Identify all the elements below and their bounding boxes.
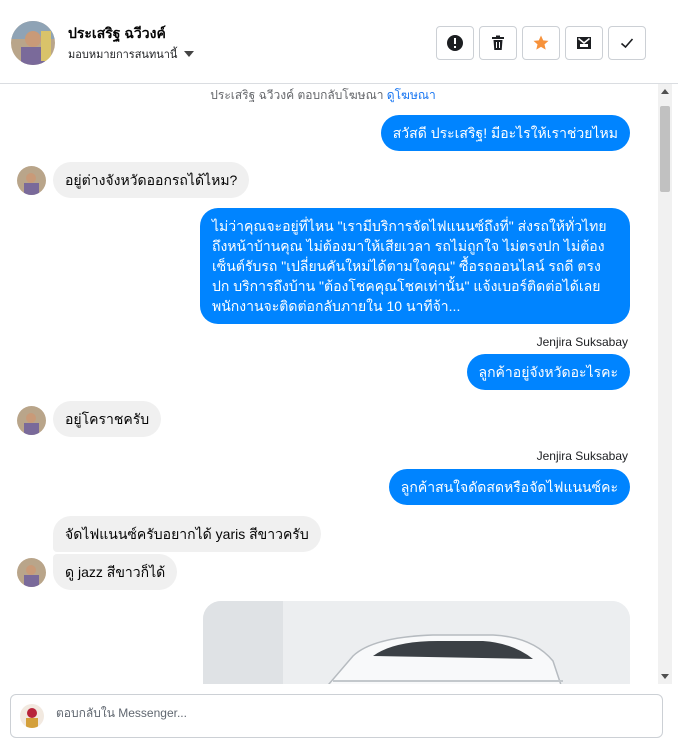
message-outgoing: ไม่ว่าคุณจะอยู่ที่ไหน "เรามีบริการจัดไฟแ…	[200, 208, 630, 324]
conversation-header: ประเสริฐ ฉวีวงค์ มอบหมายการสนทนานี้	[0, 0, 678, 84]
star-button[interactable]	[522, 26, 560, 60]
message-outgoing: ลูกค้าอยู่จังหวัดอะไรคะ	[466, 354, 630, 390]
ad-reply-notice: ประเสริฐ ฉวีวงค์ ตอบกลับโฆษณา ดูโฆษณา	[0, 86, 646, 105]
message-incoming: อยู่ต่างจังหวัดออกรถได้ไหม?	[53, 162, 250, 198]
caret-down-icon	[184, 51, 195, 57]
mark-unread-button[interactable]	[565, 26, 603, 60]
assign-label: มอบหมายการสนทนานี้	[68, 49, 178, 61]
page-avatar	[20, 704, 44, 728]
contact-small-avatar	[17, 166, 46, 195]
message-outgoing: ลูกค้าสนใจดัดสดหรือจัดไฟแนนซ์คะ	[388, 469, 630, 505]
message-incoming: ดู jazz สีขาวก็ได้	[53, 554, 178, 590]
scroll-up-arrow-icon[interactable]	[661, 89, 669, 94]
envelope-icon	[577, 37, 591, 49]
assign-conversation-dropdown[interactable]: มอบหมายการสนทนานี้	[68, 45, 195, 63]
scroll-thumb[interactable]	[660, 106, 670, 192]
conversation-scrollbar[interactable]	[658, 84, 672, 684]
contact-small-avatar	[17, 558, 46, 587]
check-icon	[620, 38, 634, 49]
view-ad-link[interactable]: ดูโฆษณา	[387, 88, 436, 102]
contact-avatar[interactable]	[11, 21, 55, 65]
spam-button[interactable]	[436, 26, 474, 60]
star-icon	[533, 35, 549, 50]
alert-circle-icon	[447, 35, 463, 51]
car-image-attachment[interactable]	[203, 601, 630, 691]
sender-name: Jenjira Suksabay	[536, 449, 628, 463]
contact-small-avatar	[17, 406, 46, 435]
message-outgoing: สวัสดี ประเสริฐ! มีอะไรให้เราช่วยไหม	[380, 115, 630, 151]
trash-icon	[492, 35, 504, 50]
delete-button[interactable]	[479, 26, 517, 60]
sender-name: Jenjira Suksabay	[536, 335, 628, 349]
done-button[interactable]	[608, 26, 646, 60]
message-incoming: อยู่โคราชครับ	[53, 401, 162, 437]
scroll-down-arrow-icon[interactable]	[661, 674, 669, 679]
contact-name[interactable]: ประเสริฐ ฉวีวงค์	[68, 23, 166, 45]
message-incoming: จัดไฟแนนซ์ครับอยากได้ yaris สีขาวครับ	[53, 516, 321, 552]
ad-reply-text: ประเสริฐ ฉวีวงค์ ตอบกลับโฆษณา	[210, 88, 384, 102]
reply-input[interactable]	[56, 706, 616, 720]
reply-composer	[0, 684, 678, 738]
